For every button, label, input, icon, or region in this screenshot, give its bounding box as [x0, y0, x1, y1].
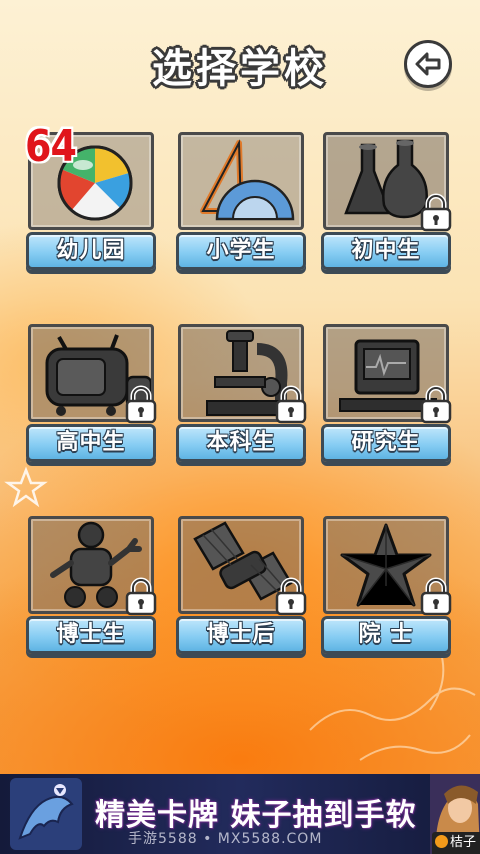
dragon-character-image [10, 778, 82, 850]
brand-logo-icon [435, 835, 448, 848]
lock-icon [420, 385, 452, 424]
lock-icon [275, 385, 307, 424]
lock-icon [125, 385, 157, 424]
school-item-primary[interactable]: 小学生 [176, 132, 308, 274]
school-label[interactable]: 院 士 [321, 616, 451, 654]
school-label[interactable]: 博士后 [176, 616, 306, 654]
map-doodle-decoration [309, 649, 476, 761]
star-doodle-decoration [4, 466, 48, 508]
ad-brand-label: 桔子 [450, 835, 477, 850]
school-item-doctoral[interactable]: 博士生 [26, 516, 158, 658]
school-label[interactable]: 小学生 [176, 232, 306, 270]
school-item-academician[interactable]: 院 士 [321, 516, 453, 658]
school-label[interactable]: 初中生 [321, 232, 451, 270]
back-arrow-icon [415, 52, 441, 76]
ad-banner[interactable]: 精美卡牌 妹子抽到手软 手游5588 • MX5588.COM [0, 774, 480, 854]
ad-brand-badge[interactable]: 桔子 [432, 832, 480, 854]
ad-watermark: 手游5588 • MX5588.COM [128, 831, 323, 847]
lock-icon [275, 577, 307, 616]
school-item-postdoctoral[interactable]: 博士后 [176, 516, 308, 658]
lock-icon [125, 577, 157, 616]
score-counter: 64 [25, 120, 77, 172]
school-label[interactable]: 研究生 [321, 424, 451, 462]
school-item-undergraduate[interactable]: 本科生 [176, 324, 308, 466]
school-item-junior-high[interactable]: 初中生 [321, 132, 453, 274]
school-label[interactable]: 幼儿园 [26, 232, 156, 270]
ruler-protractor-icon [200, 139, 295, 221]
lock-icon [420, 193, 452, 232]
lock-icon [420, 577, 452, 616]
school-label[interactable]: 高中生 [26, 424, 156, 462]
back-button[interactable] [404, 40, 452, 88]
school-item-graduate[interactable]: 研究生 [321, 324, 453, 466]
school-label[interactable]: 本科生 [176, 424, 306, 462]
school-tile[interactable] [178, 132, 304, 230]
school-item-senior-high[interactable]: 高中生 [26, 324, 158, 466]
school-label[interactable]: 博士生 [26, 616, 156, 654]
